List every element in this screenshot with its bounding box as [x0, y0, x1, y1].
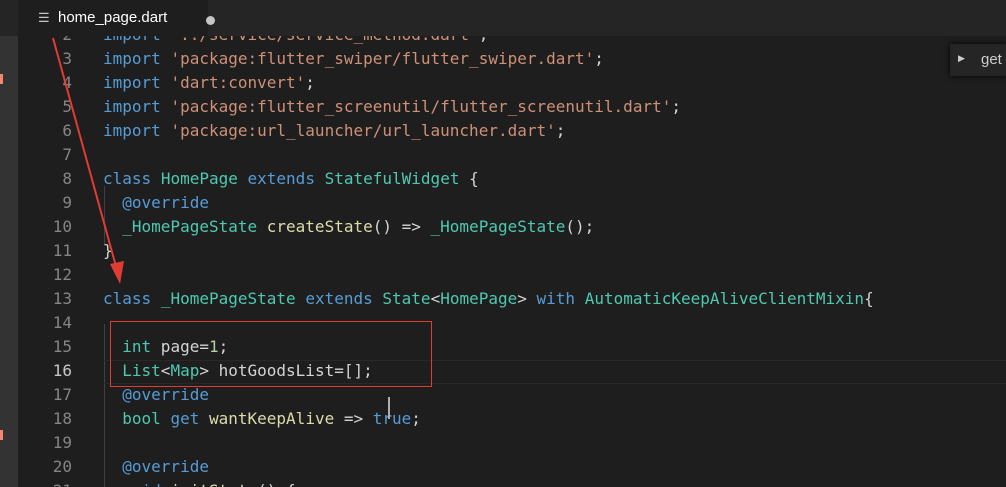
chevron-right-icon[interactable]: ▶ [958, 53, 965, 64]
find-widget-text[interactable]: get [981, 51, 1002, 68]
find-widget[interactable]: ▶ get [950, 44, 1006, 76]
annotation-arrow [52, 37, 124, 284]
